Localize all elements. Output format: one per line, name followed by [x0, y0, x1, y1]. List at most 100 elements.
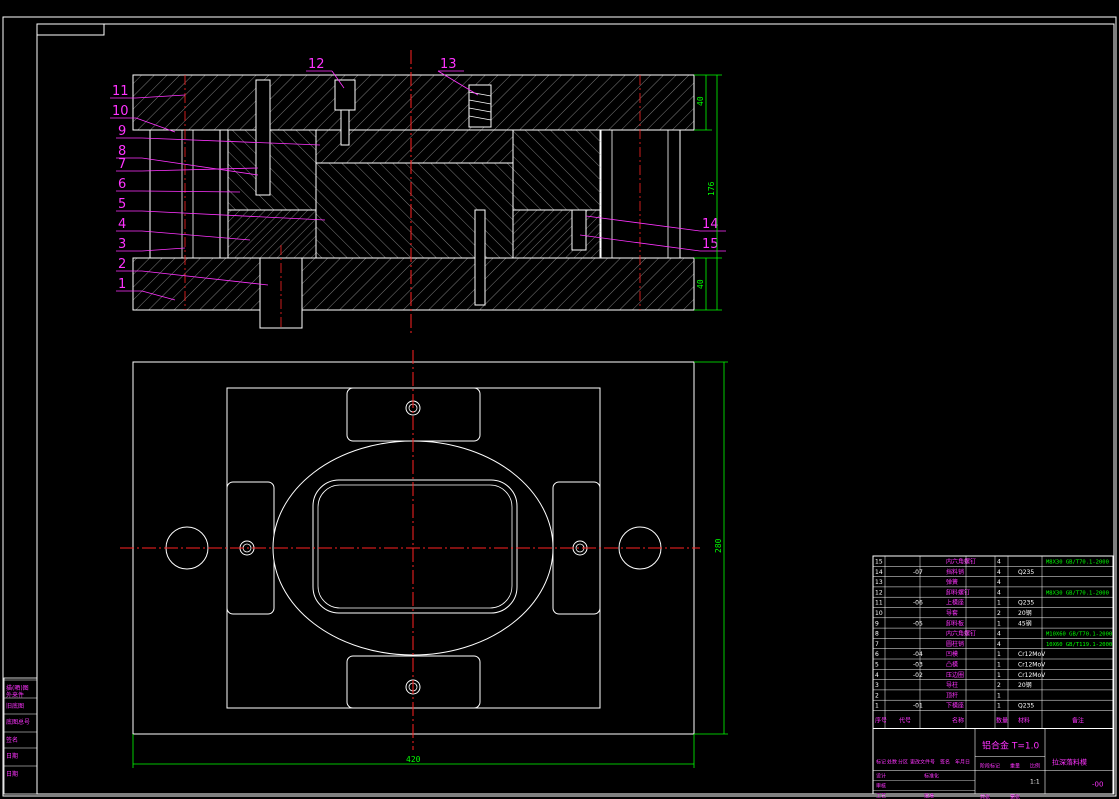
lower-die-seat	[132, 257, 695, 311]
bom-cell-name: 凸模	[946, 661, 958, 669]
callout-label: 15	[702, 237, 719, 252]
bom-header-qty: 数量	[996, 717, 1008, 725]
title-label: 阶段标记	[980, 763, 1000, 770]
bom-cell-qty: 4	[997, 641, 1001, 648]
bom-cell-code: -05	[913, 620, 923, 627]
side-block-extra: 外来件	[6, 691, 24, 699]
bom-cell-no: 1	[875, 703, 879, 710]
bom-cell-name: 压边圈	[946, 671, 964, 679]
bom-cell-no: 8	[875, 631, 879, 638]
bom-cell-name: 挡料销	[946, 568, 964, 576]
title-label: 标准化	[924, 773, 939, 780]
bom-cell-name: 内六角螺钉	[946, 558, 976, 566]
callout-label: 7	[118, 157, 126, 172]
blank-holder-right	[512, 209, 602, 259]
dim-plan-height: 280	[714, 538, 723, 553]
callout-label: 13	[440, 57, 457, 72]
bom-cell-code: -04	[913, 651, 923, 658]
bom-cell-name: 顶杆	[946, 691, 958, 699]
dowel-pin	[474, 209, 486, 306]
stripper-screw-head	[334, 79, 356, 111]
bom-cell-qty: 2	[997, 682, 1001, 689]
title-label: 分区	[898, 759, 908, 766]
sheet-corner-box	[36, 23, 105, 36]
callout-label: 14	[702, 217, 719, 232]
title-label: 批准	[924, 793, 934, 799]
title-block: 铝合金 T=1.0 拉深落料模 -00 1:1 标记 处数 分区 更改文件号 签名 年月日设计 标准…	[872, 728, 1114, 799]
bom-cell-name: 导柱	[946, 681, 958, 689]
bom-cell-material: 20钢	[1018, 681, 1032, 689]
callout-label: 6	[118, 177, 126, 192]
title-label: 标记	[876, 759, 886, 766]
bom-cell-no: 5	[875, 662, 879, 669]
side-block: 描(晒)图旧底图底图总号签名日期日期外来件	[3, 677, 38, 795]
bom-cell-code: -07	[913, 569, 923, 576]
title-label: 重量	[1010, 763, 1020, 770]
bom-cell-no: 9	[875, 620, 879, 627]
dim-total-height: 176	[707, 181, 716, 196]
title-label: 比例	[1030, 763, 1040, 770]
bom-cell-no: 6	[875, 651, 879, 658]
bom-cell-name: 内六角螺钉	[946, 630, 976, 638]
bom-cell-std: M8X30 GB/T70.1-2000	[1046, 560, 1109, 566]
bom-header-name: 名称	[952, 717, 964, 725]
bom-cell-qty: 1	[997, 662, 1001, 669]
bom-cell-name: 导套	[946, 609, 958, 617]
bom-cell-no: 11	[875, 600, 883, 607]
callout-label: 9	[118, 124, 126, 139]
bom-cell-std: M8X30 GB/T70.1-2000	[1046, 590, 1109, 596]
bom-cell-code: -06	[913, 600, 923, 607]
callout-label: 1	[118, 277, 126, 292]
bom-cell-name: 卸料板	[946, 619, 964, 627]
bill-of-materials: 15 内六角螺钉 4 M8X30 GB/T70.1-200014 -07 挡料销 4 Q235…	[872, 555, 1114, 729]
bom-cell-std: 10X60 GB/T119.1-2000	[1046, 642, 1112, 648]
bom-cell-qty: 4	[997, 589, 1001, 596]
title-label: 共张	[980, 794, 990, 799]
bom-header-no: 序号	[875, 717, 887, 725]
bom-cell-qty: 1	[997, 600, 1001, 607]
dim-plan-width: 420	[406, 755, 421, 764]
callout-label: 8	[118, 144, 126, 159]
bom-cell-no: 7	[875, 641, 879, 648]
callout-label: 11	[112, 84, 129, 99]
bom-cell-name: 卸料螺钉	[946, 588, 970, 596]
section-view	[132, 50, 695, 335]
bom-cell-material: 20钢	[1018, 609, 1032, 617]
dim-bottom-plate: 40	[696, 279, 705, 289]
stop-pin	[571, 209, 587, 251]
bom-cell-material: Q235	[1018, 600, 1034, 607]
callout-label: 5	[118, 197, 126, 212]
title-label: 审核	[876, 783, 886, 790]
bom-cell-no: 14	[875, 569, 883, 576]
bom-cell-name: 下模座	[946, 702, 964, 710]
bom-cell-material: Q235	[1018, 703, 1034, 710]
callout-label: 3	[118, 237, 126, 252]
die-right	[512, 129, 602, 211]
bom-cell-code: -02	[913, 672, 923, 679]
bom-cell-qty: 2	[997, 610, 1001, 617]
bom-cell-no: 4	[875, 672, 879, 679]
side-block-label: 日期	[6, 752, 18, 760]
callout-label: 4	[118, 217, 126, 232]
title-label: 年月日	[955, 759, 970, 766]
bom-cell-code: -01	[913, 703, 923, 710]
drawing-canvas: 123456789101112 131415 40 176 40 280 420…	[2, 16, 1117, 799]
title-label: 签名	[940, 759, 950, 766]
callout-label: 12	[308, 57, 325, 72]
socket-screw-left	[255, 79, 271, 196]
title-label: 更改文件号	[910, 759, 935, 766]
bom-cell-no: 10	[875, 610, 883, 617]
bom-cell-qty: 4	[997, 559, 1001, 566]
bom-cell-qty: 1	[997, 692, 1001, 699]
bom-cell-code: -03	[913, 662, 923, 669]
bom-cell-no: 2	[875, 692, 879, 699]
title-drawing-name: 拉深落料模	[1052, 758, 1087, 767]
bom-cell-name: 凹模	[946, 650, 958, 658]
bom-cell-no: 15	[875, 559, 883, 566]
callout-label: 10	[112, 104, 129, 119]
bom-cell-no: 3	[875, 682, 879, 689]
title-drawing-no: -00	[1092, 781, 1103, 789]
bom-cell-no: 12	[875, 589, 883, 596]
bom-cell-no: 13	[875, 579, 883, 586]
bom-cell-qty: 1	[997, 651, 1001, 658]
